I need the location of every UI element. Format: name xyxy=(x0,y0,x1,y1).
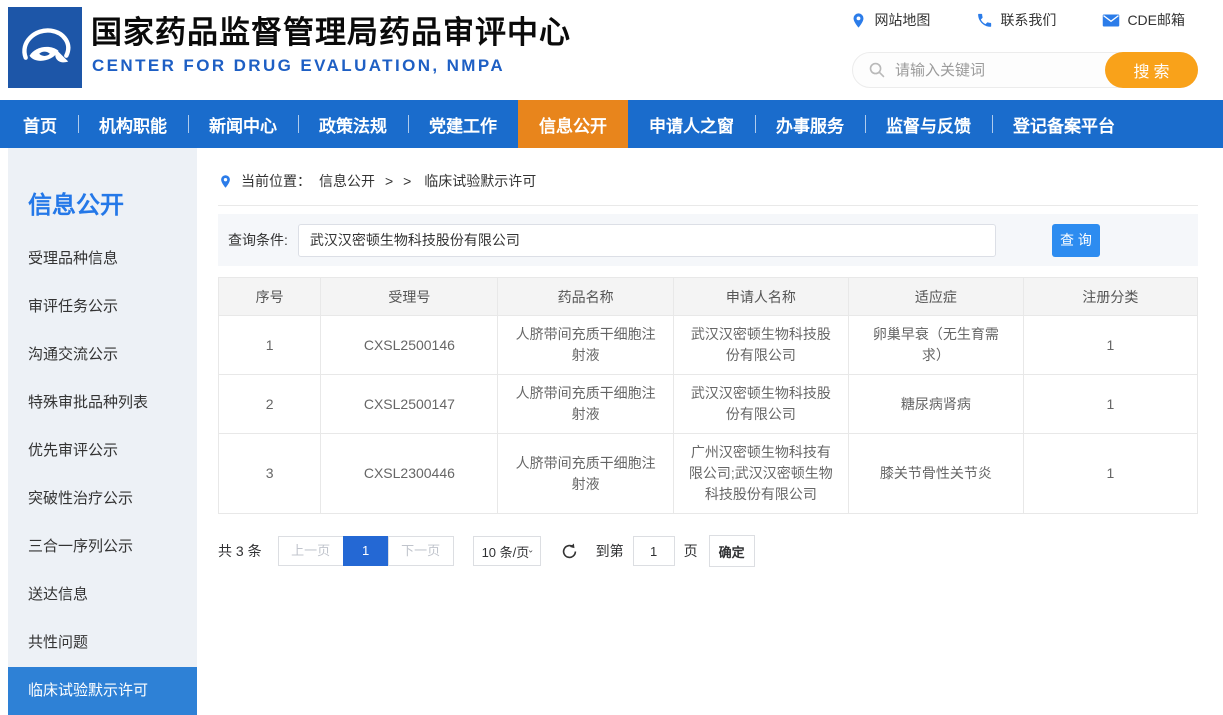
page-size-select[interactable]: 10 条/页 xyxy=(473,536,541,566)
goto-confirm-button[interactable]: 确定 xyxy=(709,535,755,567)
col-header-index: 序号 xyxy=(219,278,321,316)
prev-page-button[interactable]: 上一页 xyxy=(278,536,344,566)
cell-applicant: 武汉汉密顿生物科技股份有限公司 xyxy=(673,316,848,375)
cell-index: 3 xyxy=(219,434,321,514)
sidebar-item-accepted-varieties[interactable]: 受理品种信息 xyxy=(8,235,197,283)
cell-index: 2 xyxy=(219,375,321,434)
sidebar-item-clinical-trial-implied-license[interactable]: 临床试验默示许可 xyxy=(8,667,197,715)
nav-item-news[interactable]: 新闻中心 xyxy=(188,100,298,148)
sidebar-item-special-approval[interactable]: 特殊审批品种列表 xyxy=(8,379,197,427)
cell-indication: 膝关节骨性关节炎 xyxy=(848,434,1023,514)
page-word-label: 页 xyxy=(684,541,698,561)
cell-acceptance-no: CXSL2500146 xyxy=(321,316,498,375)
sitemap-link[interactable]: 网站地图 xyxy=(850,10,930,30)
cell-index: 1 xyxy=(219,316,321,375)
goto-page-input[interactable] xyxy=(633,536,675,566)
nav-item-registration-platform[interactable]: 登记备案平台 xyxy=(992,100,1136,148)
query-section: 查询条件: 查 询 xyxy=(218,214,1198,266)
breadcrumb: 当前位置： 信息公开 > > 临床试验默示许可 xyxy=(218,148,1198,191)
header-quick-links: 网站地图 联系我们 CDE邮箱 xyxy=(850,10,1185,30)
main-panel: 当前位置： 信息公开 > > 临床试验默示许可 查询条件: 查 询 序号 受理号… xyxy=(197,148,1223,710)
cell-drug-name: 人脐带间充质干细胞注射液 xyxy=(498,316,673,375)
breadcrumb-section-link[interactable]: 信息公开 xyxy=(319,171,375,191)
cde-logo[interactable] xyxy=(8,7,82,88)
cde-logo-swirl-icon xyxy=(16,19,74,77)
nav-item-info-disclosure[interactable]: 信息公开 xyxy=(518,100,628,148)
mail-icon xyxy=(1102,13,1120,28)
cell-registration-class: 1 xyxy=(1023,434,1197,514)
breadcrumb-divider xyxy=(218,205,1198,206)
cell-drug-name: 人脐带间充质干细胞注射液 xyxy=(498,434,673,514)
cell-indication: 卵巢早衰（无生育需求） xyxy=(848,316,1023,375)
sitemap-label: 网站地图 xyxy=(874,10,930,30)
phone-icon xyxy=(976,12,993,29)
mailbox-link[interactable]: CDE邮箱 xyxy=(1102,10,1185,30)
site-header: 国家药品监督管理局药品审评中心 CENTER FOR DRUG EVALUATI… xyxy=(0,0,1223,100)
nav-item-applicant-window[interactable]: 申请人之窗 xyxy=(628,100,755,148)
table-header-row: 序号 受理号 药品名称 申请人名称 适应症 注册分类 xyxy=(219,278,1198,316)
total-count-label: 共 3 条 xyxy=(218,541,262,561)
nav-item-services[interactable]: 办事服务 xyxy=(755,100,865,148)
nav-item-supervision[interactable]: 监督与反馈 xyxy=(865,100,992,148)
mailbox-label: CDE邮箱 xyxy=(1127,10,1185,30)
site-title: 国家药品监督管理局药品审评中心 xyxy=(91,7,571,52)
contact-link[interactable]: 联系我们 xyxy=(976,10,1056,30)
sidebar-item-delivery-info[interactable]: 送达信息 xyxy=(8,571,197,619)
cell-registration-class: 1 xyxy=(1023,316,1197,375)
pagination: 共 3 条 上一页 1 下一页 10 条/页 到第 页 确定 xyxy=(218,535,1198,567)
page-size-value: 10 条/页 xyxy=(482,542,530,561)
sidebar: 信息公开 受理品种信息 审评任务公示 沟通交流公示 特殊审批品种列表 优先审评公… xyxy=(0,148,197,710)
location-pin-icon xyxy=(218,174,233,189)
table-row: 3 CXSL2300446 人脐带间充质干细胞注射液 广州汉密顿生物科技有限公司… xyxy=(219,434,1198,514)
nav-item-home[interactable]: 首页 xyxy=(2,100,78,148)
next-page-button[interactable]: 下一页 xyxy=(388,536,454,566)
table-row: 2 CXSL2500147 人脐带间充质干细胞注射液 武汉汉密顿生物科技股份有限… xyxy=(219,375,1198,434)
sidebar-title: 信息公开 xyxy=(8,148,197,235)
sidebar-item-three-in-one[interactable]: 三合一序列公示 xyxy=(8,523,197,571)
col-header-registration-class: 注册分类 xyxy=(1023,278,1197,316)
cell-acceptance-no: CXSL2500147 xyxy=(321,375,498,434)
site-search-input[interactable] xyxy=(886,62,1105,79)
nav-item-party[interactable]: 党建工作 xyxy=(408,100,518,148)
goto-page-label: 到第 xyxy=(596,541,624,561)
col-header-applicant: 申请人名称 xyxy=(673,278,848,316)
cell-applicant: 广州汉密顿生物科技有限公司;武汉汉密顿生物科技股份有限公司 xyxy=(673,434,848,514)
results-table: 序号 受理号 药品名称 申请人名称 适应症 注册分类 1 CXSL2500146… xyxy=(218,277,1198,514)
sidebar-item-review-tasks[interactable]: 审评任务公示 xyxy=(8,283,197,331)
chevron-down-icon xyxy=(529,548,532,555)
col-header-indication: 适应症 xyxy=(848,278,1023,316)
search-icon xyxy=(868,61,886,79)
table-row: 1 CXSL2500146 人脐带间充质干细胞注射液 武汉汉密顿生物科技股份有限… xyxy=(219,316,1198,375)
sidebar-item-breakthrough-therapy[interactable]: 突破性治疗公示 xyxy=(8,475,197,523)
cell-drug-name: 人脐带间充质干细胞注射液 xyxy=(498,375,673,434)
refresh-icon[interactable] xyxy=(560,542,579,561)
site-search-button[interactable]: 搜索 xyxy=(1105,52,1198,88)
query-condition-input[interactable] xyxy=(298,224,996,257)
page-number-button[interactable]: 1 xyxy=(343,536,389,566)
nav-item-functions[interactable]: 机构职能 xyxy=(78,100,188,148)
col-header-drug-name: 药品名称 xyxy=(498,278,673,316)
page-content: 信息公开 受理品种信息 审评任务公示 沟通交流公示 特殊审批品种列表 优先审评公… xyxy=(0,148,1223,710)
cell-indication: 糖尿病肾病 xyxy=(848,375,1023,434)
main-nav: 首页 机构职能 新闻中心 政策法规 党建工作 信息公开 申请人之窗 办事服务 监… xyxy=(0,100,1223,148)
sidebar-item-priority-review[interactable]: 优先审评公示 xyxy=(8,427,197,475)
sidebar-item-common-issues[interactable]: 共性问题 xyxy=(8,619,197,667)
col-header-acceptance-no: 受理号 xyxy=(321,278,498,316)
contact-label: 联系我们 xyxy=(1000,10,1056,30)
cell-registration-class: 1 xyxy=(1023,375,1197,434)
sidebar-item-communication[interactable]: 沟通交流公示 xyxy=(8,331,197,379)
query-submit-button[interactable]: 查 询 xyxy=(1052,224,1100,257)
cell-acceptance-no: CXSL2300446 xyxy=(321,434,498,514)
site-subtitle: CENTER FOR DRUG EVALUATION, NMPA xyxy=(92,56,505,76)
site-search-bar: 搜索 xyxy=(852,52,1198,88)
map-pin-icon xyxy=(850,12,867,29)
cell-applicant: 武汉汉密顿生物科技股份有限公司 xyxy=(673,375,848,434)
breadcrumb-current: 临床试验默示许可 xyxy=(424,171,536,191)
breadcrumb-separator: > > xyxy=(385,173,414,189)
pager-buttons: 上一页 1 下一页 xyxy=(278,536,454,566)
nav-item-policy[interactable]: 政策法规 xyxy=(298,100,408,148)
breadcrumb-label: 当前位置： xyxy=(241,171,311,191)
query-condition-label: 查询条件: xyxy=(228,230,288,250)
